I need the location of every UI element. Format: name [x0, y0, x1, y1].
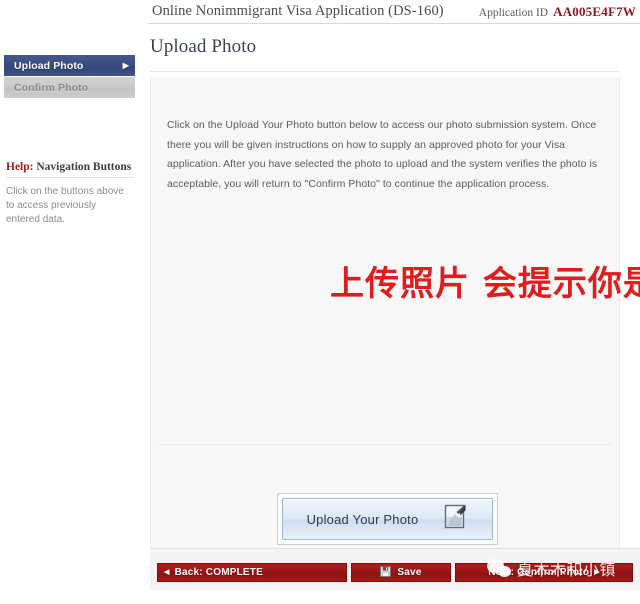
- footer-nav-buttons: ◀ Back: COMPLETE Save Next: Confirm Phot…: [157, 563, 633, 582]
- upload-panel: Click on the Upload Your Photo button be…: [150, 77, 620, 554]
- sidebar-item-confirm-photo-label: Confirm Photo: [14, 81, 89, 94]
- upload-your-photo-button[interactable]: Upload Your Photo: [282, 498, 493, 540]
- footer-spacer: [148, 590, 640, 604]
- arrow-right-icon: ▶: [594, 569, 600, 576]
- upload-button-frame: Upload Your Photo: [277, 493, 498, 545]
- ds160-upload-photo-page: Online Nonimmigrant Visa Application (DS…: [0, 0, 640, 604]
- sidebar-item-confirm-photo: Confirm Photo: [4, 77, 135, 98]
- next-button-label: Next: Confirm Photo: [488, 567, 590, 578]
- footer-bar: ◀ Back: COMPLETE Save Next: Confirm Phot…: [150, 548, 640, 590]
- title-divider: [150, 71, 620, 72]
- back-button[interactable]: ◀ Back: COMPLETE: [157, 563, 347, 582]
- sidebar-item-upload-photo-label: Upload Photo: [14, 59, 84, 72]
- main-content: Upload Photo Click on the Upload Your Ph…: [148, 24, 640, 604]
- left-sidebar: Upload Photo ▶ Confirm Photo Help: Navig…: [0, 0, 148, 604]
- help-title-rest: Navigation Buttons: [33, 161, 132, 173]
- help-divider: [6, 177, 134, 178]
- upload-button-label: Upload Your Photo: [306, 511, 419, 527]
- help-panel-body: Click on the buttons above to access pre…: [6, 186, 124, 225]
- arrow-left-icon: ◀: [164, 569, 170, 576]
- sidebar-item-upload-photo[interactable]: Upload Photo ▶: [4, 55, 135, 76]
- page-title: Upload Photo: [150, 36, 257, 57]
- help-panel-title: Help: Navigation Buttons: [6, 161, 132, 173]
- back-button-label: Back: COMPLETE: [174, 567, 263, 578]
- application-id-value: AA005E4F7W: [553, 3, 636, 19]
- save-button[interactable]: Save: [351, 563, 451, 582]
- page-header: Online Nonimmigrant Visa Application (DS…: [148, 0, 640, 24]
- chinese-annotation-overlay: 上传照片 会提示你是否合格: [330, 264, 640, 304]
- panel-divider: [159, 444, 611, 445]
- application-id-block: Application ID AA005E4F7W: [479, 4, 636, 20]
- next-button[interactable]: Next: Confirm Photo ▶: [455, 563, 633, 582]
- save-button-label: Save: [397, 567, 422, 578]
- application-title: Online Nonimmigrant Visa Application (DS…: [152, 3, 444, 19]
- floppy-disk-icon: [380, 565, 392, 580]
- help-panel: Help: Navigation Buttons Click on the bu…: [0, 157, 138, 237]
- application-id-label: Application ID: [478, 6, 549, 19]
- document-upload-icon: [444, 503, 468, 535]
- chevron-right-icon: ▶: [122, 60, 129, 70]
- help-title-emphasis: Help:: [6, 161, 34, 173]
- instructions-text: Click on the Upload Your Photo button be…: [167, 119, 598, 190]
